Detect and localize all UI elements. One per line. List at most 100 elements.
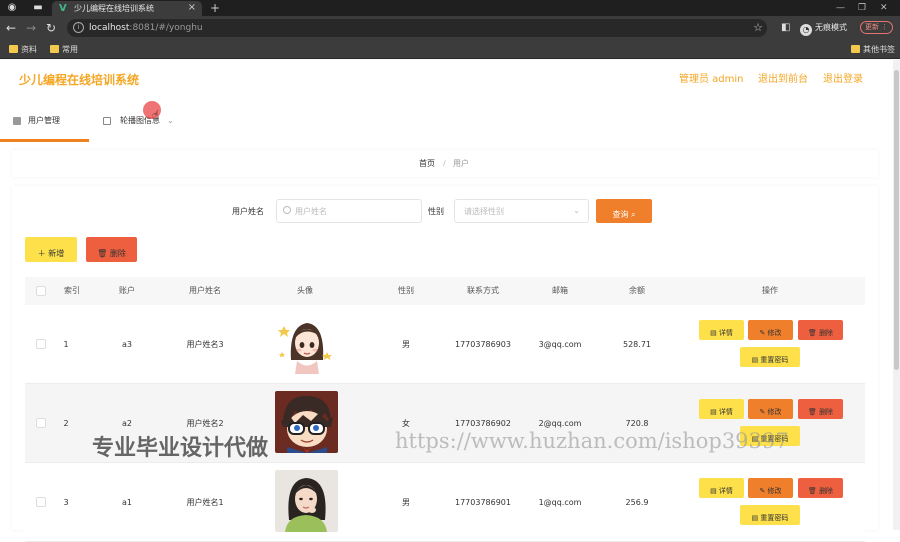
gender-filter-label: 性别 (428, 207, 444, 216)
col-actions: 操作 (762, 286, 778, 295)
back-icon[interactable]: ← (6, 21, 16, 35)
col-phone: 联系方式 (467, 286, 499, 295)
delete-button[interactable]: 🗑 删除 (798, 399, 843, 419)
logout-link[interactable]: 退出登录 (823, 73, 863, 87)
mouse-cursor-icon: ☝ (152, 108, 160, 122)
trash-icon: 🗑 (807, 407, 817, 416)
folder-icon (50, 45, 59, 53)
avatar (275, 470, 338, 532)
select-all-checkbox[interactable] (36, 286, 46, 296)
name-filter-input-box[interactable] (276, 199, 422, 223)
edit-button[interactable]: ✎ 修改 (748, 320, 793, 340)
url-text: localhost:8081/#/yonghu (89, 23, 203, 33)
menu-grid-icon (13, 117, 21, 125)
trash-icon: 🗑 (807, 328, 817, 337)
sidebar-panel-icon[interactable]: ◧ (781, 21, 790, 34)
watermark-url: https://www.huzhan.com/ishop39397 (395, 429, 789, 453)
forward-icon[interactable]: → (26, 21, 36, 35)
doc-icon: ▤ (710, 486, 717, 495)
detail-button[interactable]: ▤ 详情 (699, 478, 744, 498)
table-header: 索引 账户 用户姓名 头像 性别 联系方式 邮箱 余额 操作 (25, 277, 865, 305)
doc-icon: ▤ (751, 513, 759, 522)
row-checkbox[interactable] (36, 339, 46, 349)
chevron-down-icon: ⌄ (573, 206, 580, 215)
reload-icon[interactable]: ↻ (46, 21, 56, 35)
browser-tab-active[interactable]: V 少儿编程在线培训系统 × (52, 1, 202, 16)
row-checkbox[interactable] (36, 418, 46, 428)
pencil-icon: ✎ (759, 486, 766, 495)
watermark-text: 专业毕业设计代做 (92, 436, 269, 461)
app-title: 少儿编程在线培训系统 (19, 73, 140, 87)
search-icon: ⌕ (631, 209, 636, 219)
detail-button[interactable]: ▤ 详情 (699, 320, 744, 340)
page-scrollbar[interactable] (893, 60, 900, 530)
close-window-icon[interactable]: ✕ (880, 2, 888, 14)
col-index: 索引 (64, 286, 80, 295)
query-button[interactable]: 查询 ⌕ (596, 199, 652, 223)
table-row: 3 a1 用户姓名1 男 17703786901 1@qq.com 256.9 … (25, 463, 865, 542)
doc-icon: ▤ (710, 407, 717, 416)
bookmark-star-icon[interactable]: ☆ (753, 21, 763, 34)
trash-icon: 🗑 (97, 248, 108, 258)
trash-icon: 🗑 (807, 486, 817, 495)
folder-icon (851, 45, 860, 53)
scrollbar-thumb[interactable] (894, 70, 899, 370)
name-filter-input[interactable] (295, 204, 415, 219)
reset-password-button[interactable]: ▤ 重置密码 (740, 347, 800, 367)
top-menu: 用户管理 轮播图信息 ⌄ (0, 100, 893, 142)
pencil-icon: ✎ (759, 328, 766, 337)
close-tab-icon[interactable]: × (188, 2, 196, 14)
folder-icon (9, 45, 18, 53)
reset-password-button[interactable]: ▤ 重置密码 (740, 505, 800, 525)
bookmark-folder-ziliao[interactable]: 资料 (9, 44, 37, 55)
app-header: 少儿编程在线培训系统 管理员 admin 退出到前台 退出登录 (0, 60, 893, 100)
table-row: 1 a3 用户姓名3 男 17703786903 3@qq.com 528.71… (25, 305, 865, 384)
chevron-down-icon: ⌄ (167, 116, 174, 125)
bookmark-folder-other[interactable]: 其他书签 (851, 44, 895, 55)
bookmark-folder-changyong[interactable]: 常用 (50, 44, 78, 55)
browser-logo-icon[interactable]: ◉ (6, 2, 18, 14)
row-checkbox[interactable] (36, 497, 46, 507)
breadcrumb-home[interactable]: 首页 (419, 158, 435, 169)
tab-search-icon[interactable]: ▬ (32, 2, 44, 14)
minimize-icon[interactable]: — (836, 2, 845, 14)
back-to-front-link[interactable]: 退出到前台 (758, 73, 808, 87)
doc-icon: ▤ (710, 328, 717, 337)
address-bar[interactable]: i localhost:8081/#/yonghu ☆ (67, 19, 767, 37)
breadcrumb: 首页 / 用户 (12, 150, 878, 177)
delete-button[interactable]: 🗑 删除 (798, 478, 843, 498)
batch-delete-button[interactable]: 🗑 删除 (86, 237, 137, 262)
bookmarks-bar: 资料 常用 其他书签 (0, 40, 900, 59)
col-gender: 性别 (398, 286, 414, 295)
col-account: 账户 (119, 286, 135, 295)
update-button[interactable]: 更新 ⋮ (860, 21, 894, 34)
incognito-indicator[interactable]: ◔ 无痕模式 (800, 21, 847, 36)
browser-toolbar: ← → ↻ i localhost:8081/#/yonghu ☆ ◧ ◔ 无痕模… (0, 16, 900, 40)
col-balance: 余额 (629, 286, 645, 295)
avatar (275, 312, 338, 374)
delete-button[interactable]: 🗑 删除 (798, 320, 843, 340)
restore-icon[interactable]: ❐ (858, 2, 866, 14)
incognito-avatar-icon: ◔ (800, 24, 812, 36)
admin-label: 管理员 admin (679, 74, 744, 85)
breadcrumb-current: 用户 (453, 159, 469, 168)
col-avatar: 头像 (297, 286, 313, 295)
menu-doc-icon (103, 117, 111, 125)
col-name: 用户姓名 (189, 286, 221, 295)
edit-button[interactable]: ✎ 修改 (748, 478, 793, 498)
menu-item-user-management[interactable]: 用户管理 (0, 100, 89, 142)
browser-tab-bar: ◉ ▬ V 少儿编程在线培训系统 × + — ❐ ✕ (0, 0, 900, 16)
col-email: 邮箱 (552, 286, 568, 295)
avatar (275, 391, 338, 453)
name-filter-label: 用户姓名 (232, 207, 264, 216)
doc-icon: ▤ (751, 355, 759, 364)
gender-select[interactable]: 请选择性别 ⌄ (454, 199, 589, 223)
new-tab-icon[interactable]: + (210, 1, 220, 15)
site-info-icon[interactable]: i (73, 22, 84, 33)
vue-logo-icon: V (59, 3, 67, 14)
edit-button[interactable]: ✎ 修改 (748, 399, 793, 419)
detail-button[interactable]: ▤ 详情 (699, 399, 744, 419)
add-button[interactable]: ＋ 新增 (25, 237, 77, 262)
tab-title: 少儿编程在线培训系统 (74, 4, 154, 13)
breadcrumb-separator: / (443, 159, 446, 168)
